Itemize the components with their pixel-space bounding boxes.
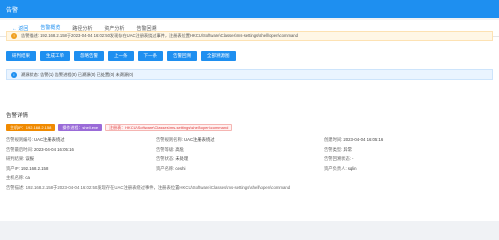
detail-title: 告警详情: [6, 113, 29, 119]
alarm-detail-section: 告警详情 主机IP：192.168.2.158 操作进程：shell.exe 注…: [6, 111, 493, 191]
warning-icon: !: [11, 33, 17, 39]
detail-field: 资产负责人:sqlin: [324, 165, 357, 171]
tag-list: 主机IP：192.168.2.158 操作进程：shell.exe 注册表：HK…: [6, 124, 493, 131]
detail-field: 研判结果:误报: [6, 156, 34, 162]
detail-field: 创建时间:2023-04-04 16:05:16: [324, 137, 384, 142]
alarm-trace-button[interactable]: 告警回溯: [167, 51, 197, 61]
detail-field: 资产IP:192.168.2.158: [6, 165, 49, 171]
trace-status-bar: i 溯源状态: 告警(1) 告警进程(0) 已溯源(0) 已处置(0) 未溯源(…: [6, 69, 493, 80]
detail-field: 告警规则编号:UAC注册表绕过: [6, 137, 65, 142]
detail-grid: 告警规则编号:UAC注册表绕过 告警规则名称:UAC注册表绕过 创建时间:202…: [6, 137, 493, 191]
detail-field: 告警类型:异常: [324, 146, 352, 152]
previous-button[interactable]: 上一条: [108, 51, 134, 61]
detail-field: 资产名称:ceshi: [156, 165, 186, 171]
process-tag: 操作进程：shell.exe: [58, 124, 103, 131]
app-title: 告警: [6, 7, 19, 14]
action-buttons: 研判结果 生成工单 忽略告警 上一条 下一条 告警回溯 全部溯源图: [6, 51, 236, 61]
detail-field: 告警最后时间:2023-04-04 16:05:16: [6, 146, 74, 152]
detail-field: 告警规则名称:UAC注册表绕过: [156, 137, 215, 142]
top-bar: 告警: [0, 0, 499, 18]
next-button[interactable]: 下一条: [137, 51, 163, 61]
detail-field: 告警回溯状态:-: [324, 156, 354, 162]
status-text: 溯源状态: 告警(1) 告警进程(0) 已溯源(0) 已处置(0) 未溯源(0): [21, 71, 134, 77]
ignore-alarm-button[interactable]: 忽略告警: [74, 51, 104, 61]
registry-tag: 注册表：HKCU\Software\Classes\ms-settings\sh…: [105, 124, 233, 131]
detail-field: 告警等级:高危: [156, 146, 184, 152]
alarm-description-banner: ! 告警描述: 192.168.2.158于2023-04-04 16:02:5…: [6, 31, 493, 41]
detail-description: 告警描述: 192.168.2.158于2023-04-04 16:02:50发…: [6, 184, 291, 190]
detail-field: 告警状态:未处理: [156, 156, 189, 162]
judge-result-button[interactable]: 研判结果: [6, 51, 36, 61]
info-icon: i: [11, 71, 17, 78]
banner-text: 告警描述: 192.168.2.158于2023-04-04 16:02:50发…: [21, 33, 298, 38]
create-ticket-button[interactable]: 生成工单: [40, 51, 70, 61]
detail-field: 主机名称:ca: [6, 175, 30, 181]
full-trace-graph-button[interactable]: 全部溯源图: [201, 51, 236, 61]
host-ip-tag: 主机IP：192.168.2.158: [6, 124, 56, 131]
